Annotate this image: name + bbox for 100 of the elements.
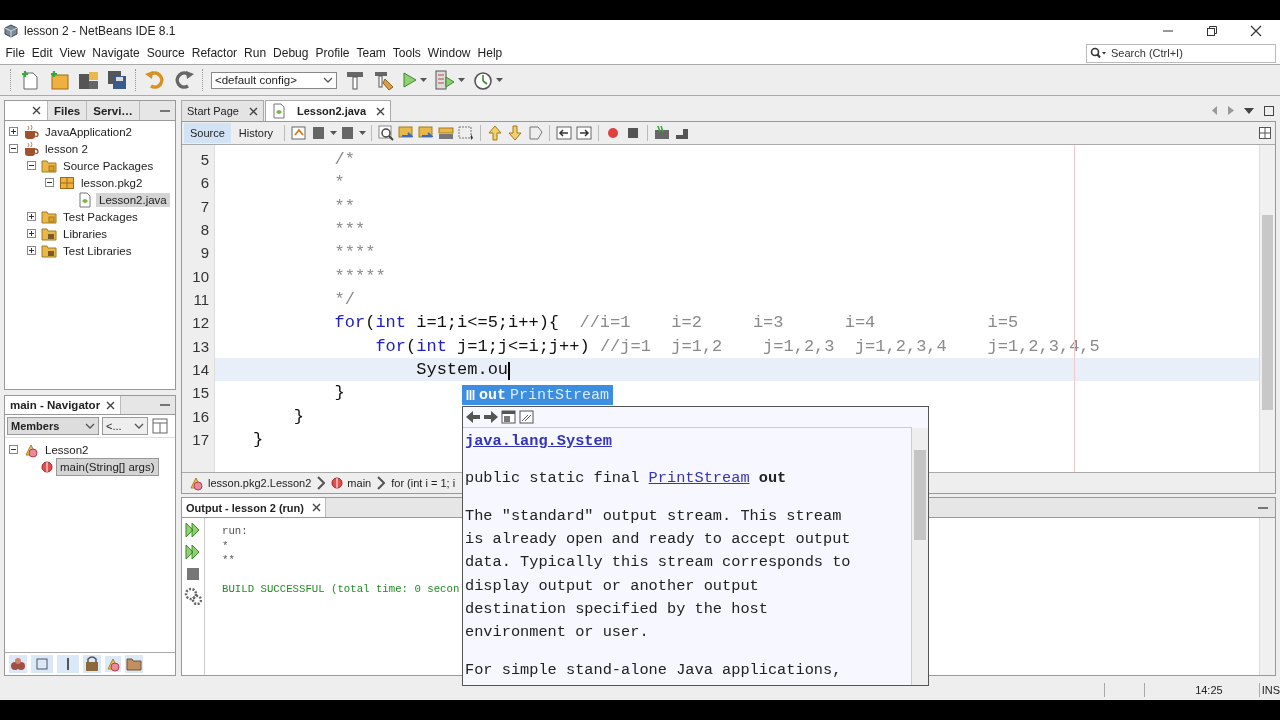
hammer-icon[interactable] — [344, 69, 366, 91]
view-tab[interactable]: History — [232, 123, 280, 143]
redo-icon[interactable] — [173, 69, 195, 91]
menu-item[interactable]: File — [2, 46, 29, 60]
tree-item[interactable]: lesson.pkg2 — [78, 175, 146, 190]
new-project-icon[interactable] — [48, 69, 70, 91]
scrollbar[interactable] — [1259, 145, 1275, 472]
find-icon[interactable] — [377, 124, 396, 142]
code-line: **** — [333, 242, 376, 265]
menu-item[interactable]: Team — [353, 46, 390, 60]
tree-item[interactable]: Lesson2 — [42, 442, 92, 457]
menu-item[interactable]: Navigate — [88, 46, 144, 60]
scrollbar[interactable] — [911, 428, 928, 685]
rerun-icon[interactable] — [185, 543, 201, 561]
collapse-toggle[interactable] — [9, 144, 18, 153]
close-icon[interactable] — [311, 503, 321, 512]
close-icon[interactable] — [32, 106, 41, 115]
menu-item[interactable]: Tools — [389, 46, 425, 60]
config-dropdown[interactable]: <default config> — [211, 71, 337, 89]
search-icon[interactable] — [1090, 46, 1106, 59]
shift-left-icon[interactable] — [555, 124, 574, 142]
tree-item[interactable]: lesson 2 — [42, 141, 91, 156]
folder-icon — [41, 242, 57, 259]
collapse-toggle[interactable] — [45, 178, 54, 187]
menu-item[interactable]: Profile — [312, 46, 353, 60]
class-icon[interactable] — [105, 656, 121, 672]
close-icon[interactable] — [249, 106, 258, 116]
selection-icon[interactable] — [457, 124, 476, 142]
close-icon[interactable] — [1250, 25, 1262, 37]
expand-toggle[interactable] — [27, 246, 36, 255]
bar-icon[interactable] — [57, 655, 79, 673]
expand-toggle[interactable] — [9, 127, 18, 136]
run-icon[interactable] — [402, 71, 418, 89]
save-all-icon[interactable] — [106, 69, 128, 91]
panel-tab[interactable]: Files — [48, 101, 88, 120]
expand-toggle[interactable] — [27, 212, 36, 221]
line-number: 10 — [191, 266, 210, 287]
panel-tab[interactable]: Servi… — [87, 101, 140, 120]
class-icon — [188, 475, 204, 491]
menu-item[interactable]: Source — [143, 46, 189, 60]
tree-item[interactable]: JavaApplication2 — [42, 124, 135, 139]
close-icon[interactable] — [376, 106, 386, 116]
split-icon[interactable] — [1259, 127, 1271, 139]
debug-icon[interactable] — [434, 69, 456, 91]
tree-item[interactable]: Test Libraries — [60, 243, 135, 258]
stopwatch-icon[interactable] — [472, 69, 494, 91]
lock-icon[interactable] — [83, 655, 101, 673]
panel-layout-icon[interactable] — [151, 417, 169, 435]
editor-tab[interactable]: Start Page — [181, 100, 264, 121]
breadcrumb[interactable]: main — [347, 477, 372, 489]
coffee-cup-icon — [23, 123, 39, 140]
menu-item[interactable]: Window — [424, 46, 475, 60]
code-line: } — [253, 428, 264, 451]
menu-item[interactable]: Refactor — [188, 46, 241, 60]
scrollbar[interactable] — [1259, 518, 1275, 675]
code-line: ***** — [333, 265, 386, 288]
chevron-icon — [323, 77, 333, 83]
maximize-icon[interactable] — [1264, 105, 1274, 116]
tree-item[interactable]: main(String[] args) — [56, 457, 159, 476]
bookmark-up-icon[interactable] — [486, 124, 505, 142]
editor-tab[interactable]: Lesson2.java — [265, 100, 392, 121]
text-cursor — [508, 361, 510, 380]
caret-icon — [496, 78, 503, 82]
filter-dropdown[interactable]: <... — [102, 417, 148, 435]
folder-icon — [41, 225, 57, 242]
menu-item[interactable]: Edit — [28, 46, 57, 60]
menu-item[interactable]: View — [56, 46, 89, 60]
tree-item[interactable]: Libraries — [60, 226, 111, 241]
method-icon — [41, 460, 53, 473]
code-line: for(int i=1;i<=5;i++){ //i=1 i=2 i=3 i=4 i=5 — [333, 312, 1019, 335]
class-link[interactable]: java.lang.System — [465, 430, 612, 454]
expand-toggle[interactable] — [27, 229, 36, 238]
rerun-icon[interactable] — [185, 521, 201, 539]
view-dropdown[interactable]: Members — [7, 417, 99, 435]
menu-item[interactable]: Help — [474, 46, 506, 60]
type-link[interactable]: PrintStream — [648, 469, 750, 488]
tree-item[interactable]: Lesson2.java — [96, 192, 170, 207]
menu-item[interactable]: Run — [240, 46, 270, 60]
breadcrumb[interactable]: lesson.pkg2.Lesson2 — [208, 477, 312, 489]
bookmark-icon[interactable] — [526, 124, 545, 142]
collapse-toggle[interactable] — [9, 445, 18, 454]
stop-icon[interactable] — [185, 565, 201, 583]
close-icon[interactable] — [106, 400, 116, 410]
collapse-toggle[interactable] — [27, 161, 36, 170]
hammer-broom-icon[interactable] — [373, 69, 395, 91]
open-project-icon[interactable] — [77, 69, 99, 91]
shift-right-icon[interactable] — [575, 124, 594, 142]
breadcrumb[interactable]: for (int i = 1; i — [391, 477, 456, 489]
dropdown-icon[interactable] — [1244, 107, 1254, 114]
cups-icon[interactable] — [9, 655, 27, 673]
search-field[interactable]: Search (Ctrl+I) — [1086, 43, 1276, 63]
new-file-icon[interactable] — [19, 69, 41, 91]
bookmark-down-icon[interactable] — [506, 124, 525, 142]
code-line: */ — [333, 288, 356, 311]
tree-item[interactable]: Test Packages — [60, 209, 141, 224]
restore-icon[interactable] — [1206, 25, 1218, 37]
folder-icon[interactable] — [125, 655, 143, 673]
tree-item[interactable]: Source Packages — [60, 158, 157, 173]
view-tab[interactable]: Source — [184, 123, 231, 143]
menu-item[interactable]: Debug — [269, 46, 312, 60]
